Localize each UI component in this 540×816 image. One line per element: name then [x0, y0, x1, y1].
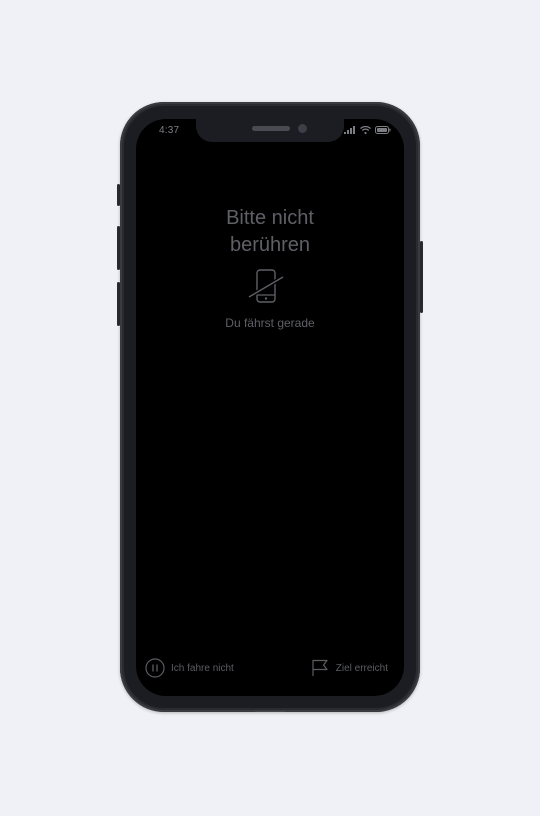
title-line-1: Bitte nicht — [226, 207, 314, 229]
destination-reached-button[interactable]: Ziel erreicht — [310, 658, 388, 678]
notch — [196, 119, 344, 142]
cellular-signal-icon — [344, 126, 355, 134]
mockup-stage: 4:37 Bitte nicht berühren Du fährst gera… — [0, 0, 540, 816]
pause-circle-icon — [145, 658, 165, 678]
destination-reached-label: Ziel erreicht — [335, 662, 388, 674]
front-camera — [298, 124, 307, 133]
driving-status-text: Du fährst gerade — [225, 316, 315, 330]
flag-icon — [312, 659, 328, 676]
not-driving-label: Ich fahre nicht — [171, 662, 234, 674]
not-driving-button[interactable]: Ich fahre nicht — [145, 658, 234, 678]
power-button — [420, 241, 423, 313]
page-title: Bitte nicht berühren — [136, 205, 404, 259]
battery-icon — [375, 126, 391, 134]
phone-frame: 4:37 Bitte nicht berühren Du fährst gera… — [120, 102, 420, 712]
home-indicator — [255, 711, 285, 712]
wifi-icon — [360, 126, 371, 134]
phone-crossed-out-icon — [247, 269, 285, 303]
status-icons — [344, 126, 391, 134]
status-time: 4:37 — [159, 125, 180, 136]
phone-screen: 4:37 Bitte nicht berühren Du fährst gera… — [136, 119, 404, 696]
speaker-grille — [252, 126, 290, 131]
title-line-2: berühren — [229, 234, 311, 256]
